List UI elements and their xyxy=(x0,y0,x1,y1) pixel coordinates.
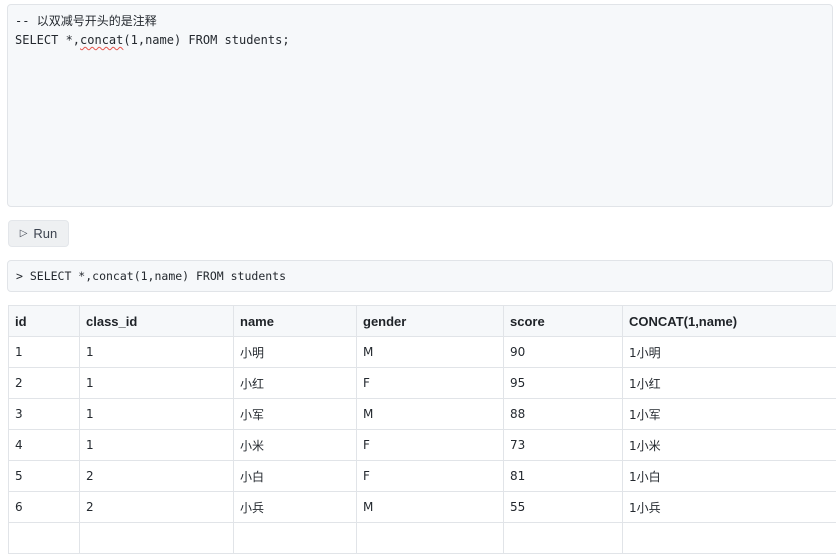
table-row: 1 1 小明 M 90 1小明 xyxy=(9,337,836,368)
table-cell: 小米 xyxy=(234,430,357,461)
table-cell: 2 xyxy=(80,492,234,523)
table-cell: 2 xyxy=(80,461,234,492)
table-cell: 1 xyxy=(9,337,80,368)
table-cell: F xyxy=(357,368,504,399)
run-button-label: Run xyxy=(33,226,57,241)
sql-editor[interactable]: -- 以双减号开头的是注释 SELECT *,concat(1,name) FR… xyxy=(7,4,833,207)
run-button[interactable]: ▷ Run xyxy=(8,220,69,247)
table-cell: 小白 xyxy=(234,461,357,492)
table-cell: 小明 xyxy=(234,337,357,368)
play-icon: ▷ xyxy=(20,228,28,239)
table-cell: 95 xyxy=(504,368,623,399)
table-cell: M xyxy=(357,492,504,523)
column-header-name: name xyxy=(234,306,357,337)
table-cell: 90 xyxy=(504,337,623,368)
executed-query-text: > SELECT *,concat(1,name) FROM students xyxy=(16,269,286,283)
sql-suffix: (1,name) FROM students; xyxy=(123,33,289,47)
table-cell: 4 xyxy=(9,430,80,461)
table-row: 5 2 小白 F 81 1小白 xyxy=(9,461,836,492)
comment-text: 以双减号开头的是注释 xyxy=(37,14,157,28)
table-cell: 1 xyxy=(80,430,234,461)
table-cell: F xyxy=(357,430,504,461)
editor-line-2: SELECT *,concat(1,name) FROM students; xyxy=(15,31,825,50)
table-cell xyxy=(234,523,357,554)
editor-line-1: -- 以双减号开头的是注释 xyxy=(15,12,825,31)
table-cell: M xyxy=(357,337,504,368)
table-cell xyxy=(504,523,623,554)
table-header-row: id class_id name gender score CONCAT(1,n… xyxy=(9,306,836,337)
table-row: 3 1 小军 M 88 1小军 xyxy=(9,399,836,430)
table-cell: 55 xyxy=(504,492,623,523)
table-cell xyxy=(623,523,836,554)
executed-query-log: > SELECT *,concat(1,name) FROM students xyxy=(7,260,833,292)
table-cell: 1 xyxy=(80,368,234,399)
table-cell: F xyxy=(357,461,504,492)
table-cell: 1小米 xyxy=(623,430,836,461)
column-header-score: score xyxy=(504,306,623,337)
table-cell: 小红 xyxy=(234,368,357,399)
table-cell: 1小明 xyxy=(623,337,836,368)
table-cell xyxy=(80,523,234,554)
table-row: 4 1 小米 F 73 1小米 xyxy=(9,430,836,461)
table-cell: 小军 xyxy=(234,399,357,430)
table-row: 6 2 小兵 M 55 1小兵 xyxy=(9,492,836,523)
table-cell: M xyxy=(357,399,504,430)
table-cell xyxy=(9,523,80,554)
column-header-concat: CONCAT(1,name) xyxy=(623,306,836,337)
table-cell: 1小兵 xyxy=(623,492,836,523)
table-row xyxy=(9,523,836,554)
table-cell: 1小白 xyxy=(623,461,836,492)
table-cell: 5 xyxy=(9,461,80,492)
table-cell: 1 xyxy=(80,337,234,368)
table-cell: 81 xyxy=(504,461,623,492)
table-cell xyxy=(357,523,504,554)
table-cell: 88 xyxy=(504,399,623,430)
result-table: id class_id name gender score CONCAT(1,n… xyxy=(8,305,836,554)
comment-prefix: -- xyxy=(15,14,37,28)
spellcheck-flagged-word: concat xyxy=(80,33,123,47)
table-cell: 1小红 xyxy=(623,368,836,399)
table-cell: 1小军 xyxy=(623,399,836,430)
table-row: 2 1 小红 F 95 1小红 xyxy=(9,368,836,399)
table-cell: 1 xyxy=(80,399,234,430)
table-cell: 2 xyxy=(9,368,80,399)
column-header-gender: gender xyxy=(357,306,504,337)
sql-keyword-prefix: SELECT *, xyxy=(15,33,80,47)
column-header-class-id: class_id xyxy=(80,306,234,337)
table-cell: 小兵 xyxy=(234,492,357,523)
table-cell: 3 xyxy=(9,399,80,430)
column-header-id: id xyxy=(9,306,80,337)
table-cell: 6 xyxy=(9,492,80,523)
table-cell: 73 xyxy=(504,430,623,461)
